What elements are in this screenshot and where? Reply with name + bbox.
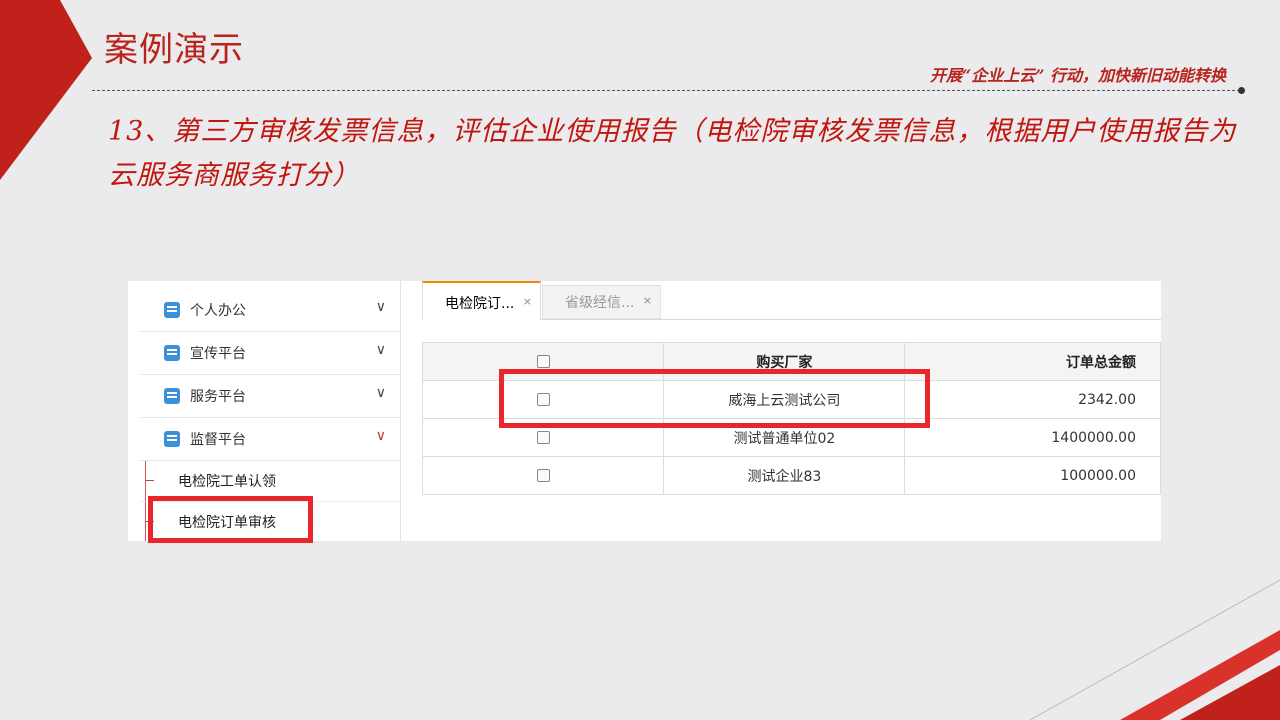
tab-bar: 电检院订... × 省级经信... × <box>422 281 1161 320</box>
step-description: 13、第三方审核发票信息，评估企业使用报告（电检院审核发票信息，根据用户使用报告… <box>108 116 1237 191</box>
highlight-box-table-row <box>499 369 930 428</box>
divider-dot <box>1238 87 1245 94</box>
tab-provincial[interactable]: 省级经信... × <box>542 285 661 319</box>
sidebar-item-label: 个人办公 <box>190 303 246 319</box>
slide-title: 案例演示 <box>104 30 244 70</box>
chevron-down-icon[interactable]: ∨ <box>376 299 386 315</box>
slogan: 开展“企业上云” 行动，加快新旧动能转换 <box>930 66 1226 85</box>
select-all-checkbox[interactable] <box>536 355 550 368</box>
chevron-down-icon[interactable]: ∨ <box>376 428 386 444</box>
sidebar-item-label: 服务平台 <box>190 389 246 405</box>
chevron-down-icon[interactable]: ∨ <box>376 385 386 401</box>
sidebar-item-service-platform[interactable]: 服务平台 ∨ <box>140 375 400 418</box>
column-header-amount[interactable]: 订单总金额 <box>904 342 1161 381</box>
sidebar-item-label: 宣传平台 <box>190 346 246 362</box>
row-checkbox[interactable] <box>536 431 550 444</box>
close-icon[interactable]: × <box>523 295 532 308</box>
chevron-down-icon[interactable]: ∨ <box>376 342 386 358</box>
buyer-cell: 测试企业83 <box>663 456 906 495</box>
document-icon <box>164 302 180 318</box>
row-checkbox[interactable] <box>536 469 550 482</box>
sidebar-item-label: 监督平台 <box>190 432 246 448</box>
table-row[interactable]: 测试企业83 100000.00 <box>421 456 1161 495</box>
tree-dash <box>146 480 154 481</box>
sidebar-item-supervision-platform[interactable]: 监督平台 ∨ <box>140 418 400 461</box>
highlight-box-menu-item <box>148 496 313 543</box>
tab-order-review[interactable]: 电检院订... × <box>422 281 541 320</box>
row-select-cell <box>421 456 665 495</box>
amount-cell: 100000.00 <box>904 456 1161 495</box>
amount-cell: 1400000.00 <box>904 418 1161 457</box>
document-icon <box>164 431 180 447</box>
sidebar-subitem-label: 电检院工单认领 <box>178 474 276 490</box>
amount-cell: 2342.00 <box>904 380 1161 419</box>
divider <box>92 90 1240 91</box>
sidebar-item-publicity-platform[interactable]: 宣传平台 ∨ <box>140 332 400 375</box>
close-icon[interactable]: × <box>643 294 652 307</box>
sidebar-item-personal-office[interactable]: 个人办公 ∨ <box>140 289 400 332</box>
tab-label: 省级经信... <box>565 295 635 311</box>
tab-label: 电检院订... <box>445 296 515 312</box>
document-icon <box>164 345 180 361</box>
document-icon <box>164 388 180 404</box>
